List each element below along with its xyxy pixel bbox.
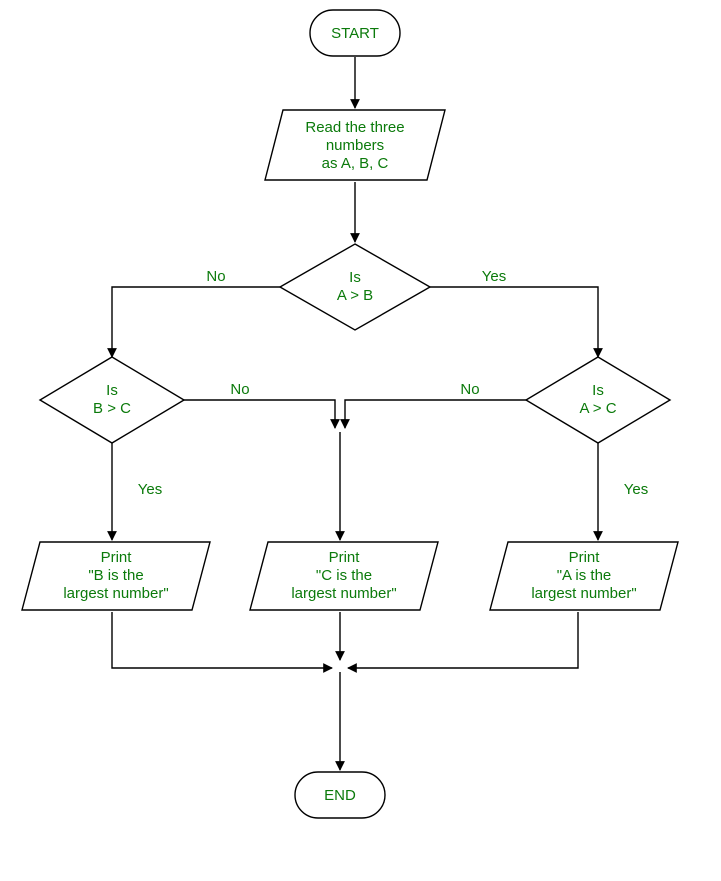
edge-ab-yes-to-ac: [428, 287, 598, 357]
node-printC-line3: largest number": [291, 585, 396, 602]
node-read-line3: as A, B, C: [322, 155, 389, 172]
node-bc-line1: Is: [106, 382, 118, 399]
node-printA-line3: largest number": [531, 585, 636, 602]
edge-label-ac-no: No: [460, 381, 479, 398]
edge-ab-no-to-bc: [112, 287, 282, 357]
node-start: START: [310, 10, 400, 56]
node-read-line2: numbers: [326, 137, 384, 154]
edge-label-bc-yes: Yes: [138, 481, 162, 498]
edge-ac-no-to-merge: [345, 400, 528, 428]
node-start-label: START: [331, 25, 379, 42]
node-read: Read the three numbers as A, B, C: [265, 110, 445, 180]
node-decision-ab: Is A > B: [280, 244, 430, 330]
node-print-c: Print "C is the largest number": [250, 542, 438, 610]
node-print-a: Print "A is the largest number": [490, 542, 678, 610]
edge-label-ab-no: No: [206, 268, 225, 285]
node-read-line1: Read the three: [305, 119, 404, 136]
node-end-label: END: [324, 787, 356, 804]
edge-printA-to-join: [348, 612, 578, 668]
flowchart-canvas: No Yes Yes No Yes No START Read the thre…: [0, 0, 721, 881]
node-printB-line3: largest number": [63, 585, 168, 602]
edge-printB-to-join: [112, 612, 332, 668]
node-end: END: [295, 772, 385, 818]
node-printB-line2: "B is the: [88, 567, 143, 584]
node-printC-line2: "C is the: [316, 567, 372, 584]
node-printB-line1: Print: [101, 549, 133, 566]
edge-label-bc-no: No: [230, 381, 249, 398]
node-printA-line2: "A is the: [557, 567, 612, 584]
node-printC-line1: Print: [329, 549, 361, 566]
node-ab-line2: A > B: [337, 287, 373, 304]
node-ab-line1: Is: [349, 269, 361, 286]
node-ac-line1: Is: [592, 382, 604, 399]
node-ac-line2: A > C: [579, 400, 616, 417]
node-bc-line2: B > C: [93, 400, 131, 417]
edge-label-ac-yes: Yes: [624, 481, 648, 498]
node-printA-line1: Print: [569, 549, 601, 566]
edge-bc-no-to-merge: [182, 400, 335, 428]
node-print-b: Print "B is the largest number": [22, 542, 210, 610]
node-decision-bc: Is B > C: [40, 357, 184, 443]
edge-label-ab-yes: Yes: [482, 268, 506, 285]
node-decision-ac: Is A > C: [526, 357, 670, 443]
